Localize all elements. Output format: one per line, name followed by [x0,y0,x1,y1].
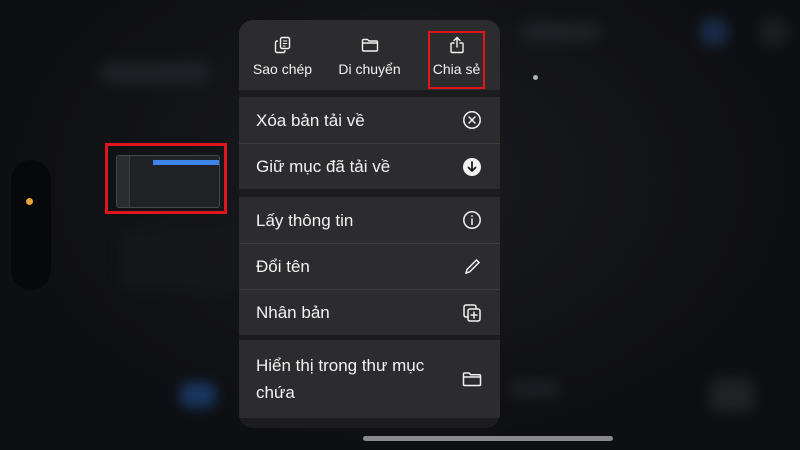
move-label: Di chuyển [338,61,401,77]
rename-label: Đổi tên [256,257,310,276]
duplicate-item[interactable]: Nhân bản [239,289,500,335]
background-blur [510,380,560,398]
indicator-dot [533,75,538,80]
background-blur [700,18,728,46]
background-blur [180,382,216,408]
remove-download-label: Xóa bản tải về [256,110,365,130]
get-info-label: Lấy thông tin [256,210,354,230]
thumbnail-highlight-box [105,143,227,214]
background-blur [520,22,600,42]
remove-download-icon [463,111,481,129]
duplicate-label: Nhân bản [256,303,330,322]
background-blur [100,62,210,84]
rename-item[interactable]: Đổi tên [239,243,500,289]
remove-download-item[interactable]: Xóa bản tải về [239,97,500,143]
move-button[interactable]: Di chuyển [326,20,413,90]
copy-label: Sao chép [252,61,313,77]
background-blur [120,230,240,290]
menu-group-location: Hiển thị trong thư mục chứa [239,340,500,418]
screen: Sao chép Di chuyển Chia sẻ Xóa bản tải v… [0,0,800,450]
menu-group-file: Lấy thông tin Đổi tên Nhân bản [239,197,500,335]
copy-icon [274,36,290,54]
get-info-item[interactable]: Lấy thông tin [239,197,500,243]
pencil-icon [464,258,481,274]
download-icon [463,157,481,176]
background-blur [760,18,788,46]
copy-button[interactable]: Sao chép [239,20,326,90]
duplicate-icon [463,303,481,322]
sidebar-handle[interactable] [11,160,51,290]
show-in-enclosing-folder-label: Hiển thị trong thư mục chứa [256,356,425,402]
background-blur [710,378,754,412]
keep-downloaded-label: Giữ mục đã tải về [256,157,391,176]
info-icon [463,211,481,229]
show-in-enclosing-folder-item[interactable]: Hiển thị trong thư mục chứa [239,340,500,418]
home-indicator[interactable] [363,436,613,441]
menu-group-download: Xóa bản tải về Giữ mục đã tải về [239,97,500,189]
status-dot [26,198,33,205]
folder-icon [361,38,378,52]
folder-icon [462,372,482,387]
share-highlight-box [428,31,485,89]
keep-downloaded-item[interactable]: Giữ mục đã tải về [239,143,500,189]
